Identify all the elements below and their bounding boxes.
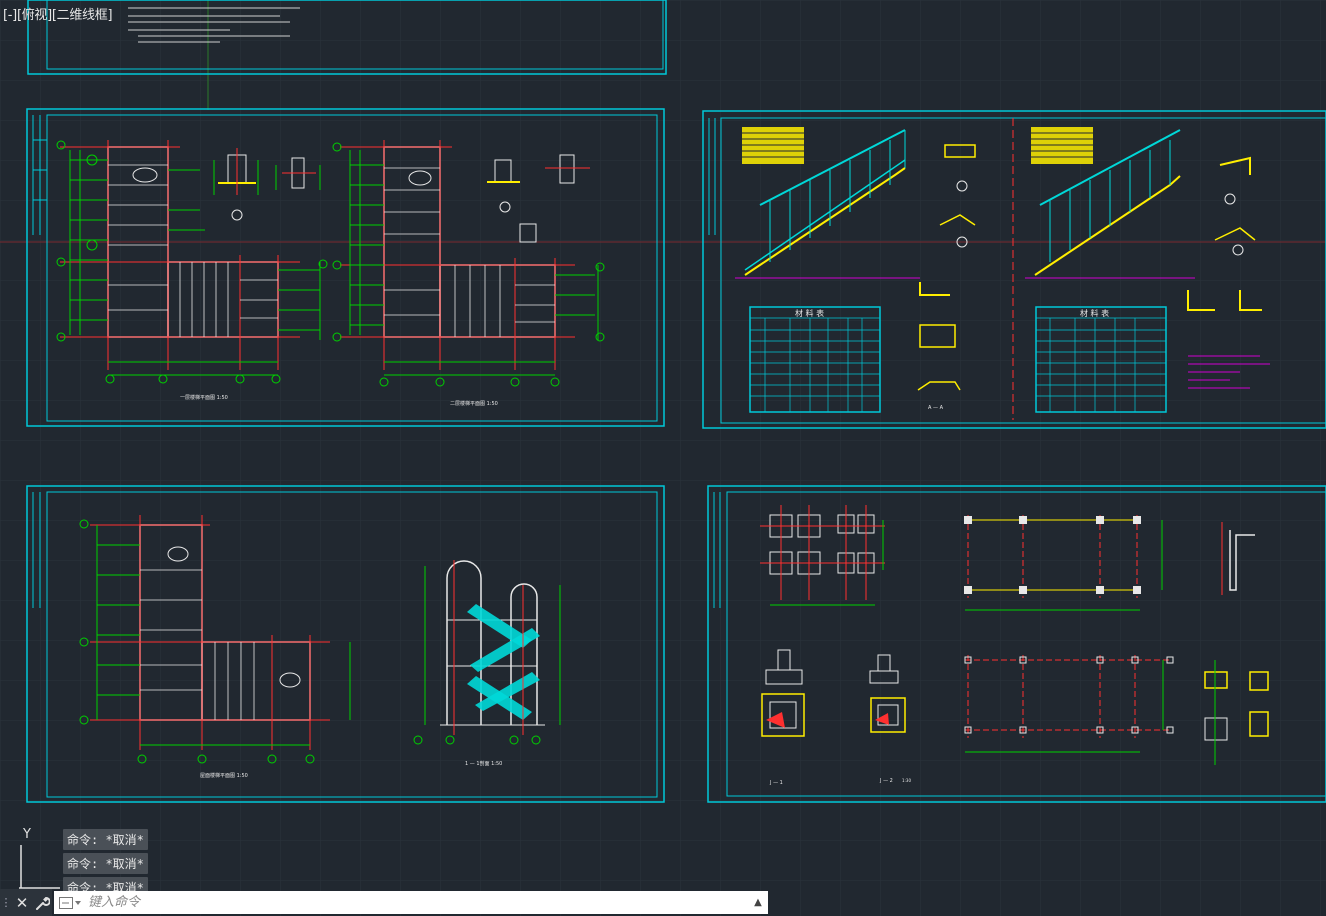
viewport-controls: [-][俯视][二维线框]	[3, 4, 113, 23]
view-cube-menu[interactable]: [俯视]	[17, 8, 52, 23]
plan-2-title: 二层楼梯平面图 1:50	[450, 400, 498, 407]
command-input-wrapper: ▲	[54, 891, 768, 914]
section-1-title: 1 — 1剖面 1:50	[465, 760, 502, 767]
model-grid	[0, 0, 1326, 916]
section-a-label: A — A	[928, 405, 944, 411]
visual-style-menu[interactable]: [二维线框]	[52, 8, 113, 23]
command-history-line: 命令: *取消*	[63, 829, 148, 850]
command-input[interactable]	[86, 891, 748, 914]
wrench-icon[interactable]	[32, 889, 52, 916]
materials-title-left: 材 料 表	[795, 308, 824, 318]
scale-label: 1:30	[902, 778, 911, 783]
viewport-menu-button[interactable]: [-]	[3, 8, 17, 23]
plan-1-title: 一层楼梯平面图 1:50	[180, 394, 228, 401]
close-icon[interactable]: ✕	[12, 889, 32, 916]
grip-handle-icon[interactable]: ⋮	[0, 889, 12, 916]
ucs-y-label: Y	[22, 827, 31, 842]
chevron-up-icon[interactable]: ▲	[748, 897, 768, 908]
command-line-bar: ⋮ ✕ ▲	[0, 889, 768, 916]
drawing-canvas[interactable]: 一层楼梯平面图 1:50 二层楼梯平面图 1:50 材 料 表 材 料 表 A …	[0, 0, 1326, 916]
command-history-line: 命令: *取消*	[63, 853, 148, 874]
command-prompt-icon[interactable]	[54, 891, 86, 914]
section-j2-label: J — 2	[879, 778, 893, 784]
roof-plan-title: 屋面楼梯平面图 1:50	[200, 772, 248, 779]
section-j1-label: J — 1	[769, 780, 783, 786]
materials-title-right: 材 料 表	[1080, 308, 1109, 318]
